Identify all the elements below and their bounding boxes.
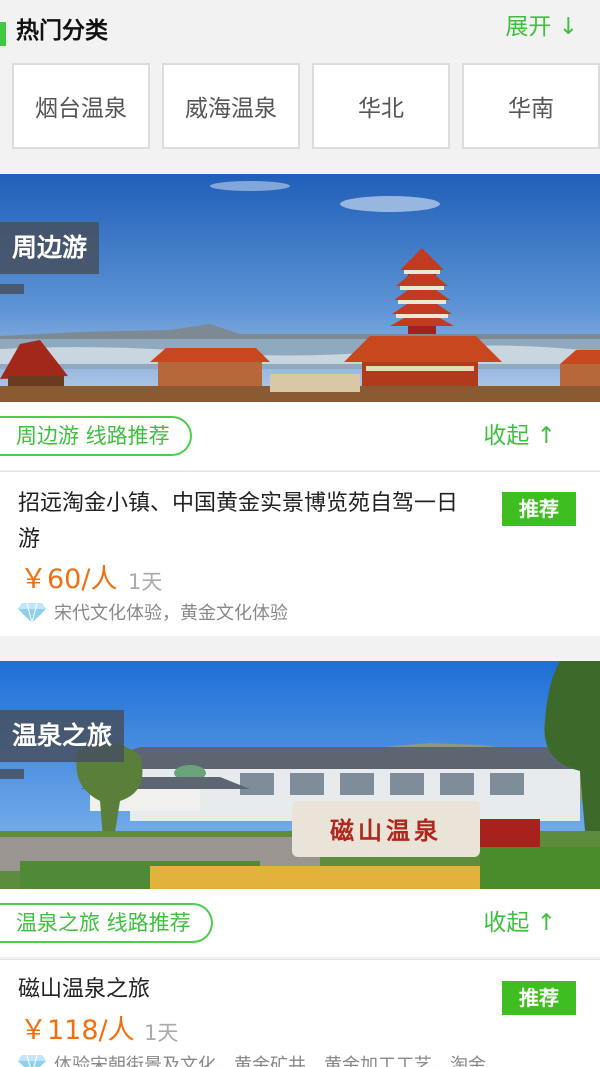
pagoda-landscape-image: [0, 174, 600, 402]
hotspring-resort-image: 磁山温泉: [0, 661, 600, 889]
route-features-text: 体验宋朝街景及文化，黄金矿井，黄金加工工艺，淘金: [54, 1055, 486, 1067]
banner-tag-hotspring: 温泉之旅: [0, 710, 125, 762]
route-title: 招远淘金小镇、中国黄金实景博览苑自驾一日游: [18, 491, 459, 552]
section-pill-nearby-routes: 周边游 线路推荐: [0, 416, 192, 456]
section-header-hotspring: 温泉之旅 线路推荐 收起 ↑: [0, 889, 600, 957]
route-features: 宋代文化体验，黄金文化体验: [18, 600, 288, 628]
banner-tag-nearby: 周边游: [0, 222, 100, 274]
banner-nearby-tour[interactable]: 周边游: [0, 174, 600, 402]
banner-hotspring-tour[interactable]: 磁山温泉 温泉之旅: [0, 661, 600, 889]
route-duration: 1天: [144, 1021, 179, 1045]
section-pill-hotspring-routes: 温泉之旅 线路推荐: [0, 903, 213, 943]
category-list: 烟台温泉 威海温泉 华北 华南: [0, 63, 600, 149]
recommend-badge: 推荐: [502, 981, 576, 1015]
route-duration: 1天: [128, 570, 163, 594]
recommend-badge: 推荐: [502, 492, 576, 526]
hotspring-sign-text: 磁山温泉: [330, 816, 442, 845]
hot-categories-header: 热门分类 展开 ↓: [0, 0, 600, 62]
expand-button[interactable]: 展开 ↓: [505, 10, 578, 44]
category-huanan[interactable]: 华南: [462, 63, 600, 149]
route-price: ￥60/人: [20, 564, 118, 595]
diamond-icon: [18, 602, 46, 623]
route-features-text: 宋代文化体验，黄金文化体验: [54, 603, 288, 624]
collapse-button[interactable]: 收起 ↑: [483, 416, 556, 456]
route-price: ￥118/人: [20, 1015, 135, 1046]
category-yantai-hotspring[interactable]: 烟台温泉: [12, 63, 150, 149]
route-card[interactable]: 招远淘金小镇、中国黄金实景博览苑自驾一日游 推荐 ￥60/人 1天 宋代文化体验…: [0, 471, 600, 636]
route-features: 体验宋朝街景及文化，黄金矿井，黄金加工工艺，淘金: [18, 1052, 486, 1067]
category-weihai-hotspring[interactable]: 威海温泉: [162, 63, 300, 149]
category-huabei[interactable]: 华北: [312, 63, 450, 149]
banner-tag-accent: [0, 769, 24, 779]
section-accent-bar: [0, 22, 6, 46]
diamond-icon: [18, 1054, 46, 1067]
route-card[interactable]: 磁山温泉之旅 推荐 ￥118/人 1天 体验宋朝街景及文化，黄金矿井，黄金加工工…: [0, 959, 600, 1067]
collapse-button[interactable]: 收起 ↑: [483, 903, 556, 943]
section-header-nearby: 周边游 线路推荐 收起 ↑: [0, 402, 600, 470]
route-title: 磁山温泉之旅: [18, 977, 151, 1002]
banner-tag-accent: [0, 284, 24, 294]
hot-categories-title: 热门分类: [16, 18, 108, 44]
